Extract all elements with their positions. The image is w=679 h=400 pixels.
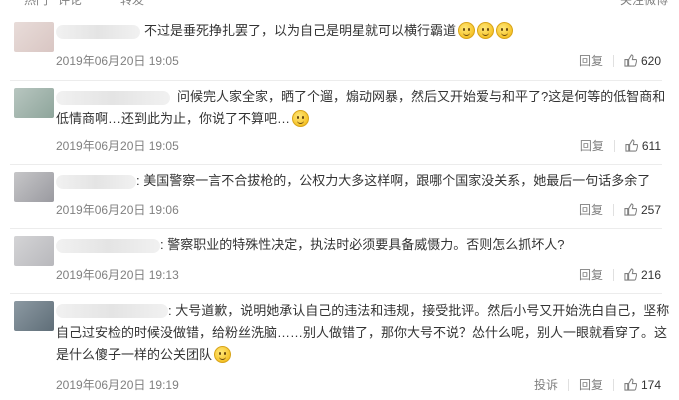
comment-time: 2019年06月20日 19:13	[56, 268, 179, 282]
comment-text: : 大号道歉，说明她承认自己的违法和违规，接受批评。然后小号又开始洗白自己，坚称	[168, 303, 670, 318]
comment-text: 问候完人家全家，晒了个遛，煽动网暴，然后又开始爱与和平了?这是何等的低智商和	[177, 89, 666, 104]
like-count: 257	[640, 202, 661, 217]
comment-time: 2019年06月20日 19:19	[56, 378, 179, 392]
reply-button[interactable]: 回复	[579, 201, 603, 218]
like-button[interactable]: 611	[625, 139, 661, 153]
comment-actions: 回复 257	[579, 201, 661, 218]
like-button[interactable]: 620	[624, 54, 661, 68]
comment-text: 是什么傻子一样的公关团队	[56, 344, 232, 366]
comment-time: 2019年06月20日 19:05	[56, 139, 179, 153]
laughing-emoji-icon	[214, 346, 232, 363]
smile-emoji-icon	[477, 22, 495, 39]
thumbs-up-icon	[624, 54, 637, 67]
blurred-username[interactable]	[56, 25, 140, 39]
comment-actions: 投诉 回复 174	[534, 376, 661, 393]
comment-actions: 回复 620	[579, 52, 661, 69]
divider	[567, 378, 569, 391]
smile-emoji-icon	[496, 22, 514, 39]
blurred-username[interactable]	[56, 239, 160, 253]
reply-button[interactable]: 回复	[580, 137, 604, 154]
emoji-icon	[292, 110, 310, 127]
cropped-header: 热门 评论 转发 关注微博	[0, 0, 679, 8]
comment-time: 2019年06月20日 19:06	[56, 203, 179, 217]
avatar[interactable]	[14, 22, 54, 52]
comment-text: : 警察职业的特殊性决定，执法时必须要具备威慑力。否则怎么抓坏人?	[160, 237, 565, 252]
comment-text: 低情商啊…还到此为止，你说了不算吧…	[56, 108, 310, 130]
reply-button[interactable]: 回复	[579, 52, 603, 69]
like-count: 611	[641, 138, 661, 153]
divider	[612, 268, 614, 281]
thumbs-up-icon	[624, 203, 637, 216]
header-tab-follow[interactable]: 关注微博	[620, 0, 668, 8]
header-tab-hot[interactable]: 热门	[24, 0, 48, 8]
report-button[interactable]: 投诉	[534, 376, 558, 393]
like-button[interactable]: 216	[624, 268, 661, 282]
blurred-username[interactable]	[56, 91, 170, 105]
avatar[interactable]	[14, 88, 54, 118]
divider	[10, 80, 662, 81]
divider	[10, 293, 662, 294]
divider	[10, 228, 662, 229]
divider	[612, 203, 614, 216]
reply-button[interactable]: 回复	[579, 376, 603, 393]
comment-text: : 美国警察一言不合拔枪的，公权力大多这样啊，跟哪个国家没关系，她最后一句话多余…	[136, 173, 651, 188]
like-button[interactable]: 257	[624, 203, 661, 217]
divider	[10, 164, 662, 165]
divider	[612, 54, 614, 67]
header-tab-comment[interactable]: 评论	[58, 0, 82, 8]
smile-emoji-icon	[458, 22, 476, 39]
thumbs-up-icon	[625, 139, 638, 152]
comment-text: 不过是垂死挣扎罢了，以为自己是明星就可以横行霸道	[144, 20, 514, 42]
like-count: 620	[640, 53, 661, 68]
comment-time: 2019年06月20日 19:05	[56, 54, 179, 68]
comment-list: 热门 评论 转发 关注微博 不过是垂死挣扎罢了，以为自己是明星就可以横行霸道 2…	[0, 0, 679, 400]
divider	[612, 378, 614, 391]
avatar[interactable]	[14, 301, 54, 331]
reply-button[interactable]: 回复	[579, 266, 603, 283]
header-tab-repost[interactable]: 转发	[120, 0, 144, 8]
like-count: 174	[640, 377, 661, 392]
divider	[613, 139, 615, 152]
comment-text: 自己过安检的时候没做错，给粉丝洗脑……别人做错了，那你大号不说？怂什么呢，别人一…	[56, 325, 668, 340]
blurred-username[interactable]	[56, 175, 136, 189]
blurred-username[interactable]	[56, 304, 168, 318]
thumbs-up-icon	[624, 268, 637, 281]
comment-actions: 回复 216	[579, 266, 661, 283]
thumbs-up-icon	[624, 378, 637, 391]
avatar[interactable]	[14, 172, 54, 202]
like-button[interactable]: 174	[624, 378, 661, 392]
avatar[interactable]	[14, 236, 54, 266]
comment-actions: 回复 611	[580, 137, 661, 154]
like-count: 216	[640, 267, 661, 282]
